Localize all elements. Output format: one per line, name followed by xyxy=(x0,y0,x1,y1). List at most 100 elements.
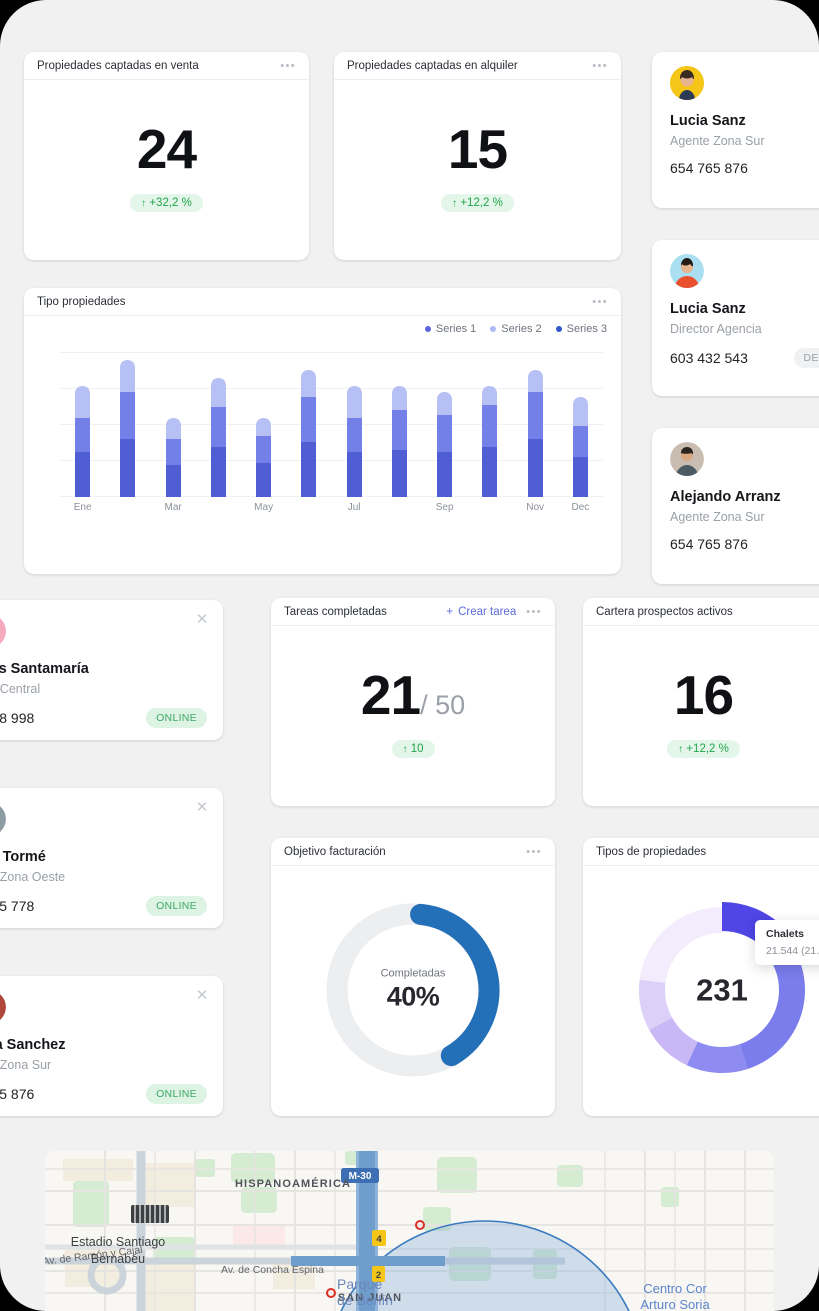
bar-column[interactable] xyxy=(60,352,105,497)
card-propiedades-venta: Propiedades captadas en venta ••• 24 ↑ +… xyxy=(24,52,309,260)
status-badge: ↑ +12,2 % xyxy=(667,739,740,758)
card-cartera-prospectos: Cartera prospectos activos 16 ↑ +12,2 % xyxy=(583,598,819,806)
bar-segment xyxy=(120,391,136,439)
contact-card-right-2[interactable]: Lucia Sanz Director Agencia 603 432 543 … xyxy=(652,240,819,396)
bar-column[interactable] xyxy=(105,352,150,497)
card-menu-icon[interactable]: ••• xyxy=(592,296,608,307)
bar-column[interactable] xyxy=(422,352,467,497)
bar-segment xyxy=(75,452,91,497)
bar-column[interactable] xyxy=(467,352,512,497)
close-icon[interactable]: ✕ xyxy=(195,988,209,1003)
card-body: 24 ↑ +32,2 % xyxy=(24,80,309,259)
device-frame: Propiedades captadas en venta ••• 24 ↑ +… xyxy=(0,0,819,1311)
contact-phone[interactable]: 2 435 778 xyxy=(0,898,34,914)
bar-segment xyxy=(527,370,543,392)
avatar xyxy=(0,802,6,836)
stat-value: 24 xyxy=(136,117,197,180)
map-widget[interactable]: M-30 4 2 HISPANOAMÉRICA Estadio Santiago… xyxy=(45,1151,774,1311)
contact-card-left-3[interactable]: ✕ drea Sanchez ente Zona Sur 4 765 876 O… xyxy=(0,976,223,1116)
arrow-up-icon: ↑ xyxy=(452,197,458,209)
card-title: Propiedades captadas en alquiler xyxy=(347,59,518,72)
card-header: Tipo propiedades ••• xyxy=(24,288,621,316)
avatar xyxy=(0,614,6,648)
contact-card-right-1[interactable]: Lucia Sanz Agente Zona Sur 654 765 876 xyxy=(652,52,819,208)
tasks-total: / 50 xyxy=(420,689,466,720)
x-axis-tick: Jul xyxy=(347,502,361,513)
contact-name: Lucia Sanz xyxy=(670,113,746,129)
bar-segment xyxy=(482,404,498,447)
legend-dot-icon xyxy=(490,326,497,332)
status-badge: ↑ +12,2 % xyxy=(441,193,514,212)
delta-value: +32,2 % xyxy=(149,196,192,209)
avatar xyxy=(670,254,704,288)
legend-item-3[interactable]: Series 3 xyxy=(555,323,607,335)
contact-phone[interactable]: 654 765 876 xyxy=(670,536,748,552)
card-title: Cartera prospectos activos xyxy=(596,605,733,618)
bar-column[interactable] xyxy=(558,352,603,497)
tooltip-value: 21.544 (21.2 xyxy=(766,945,819,957)
legend-item-1[interactable]: Series 1 xyxy=(424,323,476,335)
bar-column[interactable] xyxy=(513,352,558,497)
card-menu-icon[interactable]: ••• xyxy=(592,60,608,71)
donut-value: 231 xyxy=(696,972,748,1008)
map-label-centro-line2: Arturo Soria xyxy=(640,1297,710,1311)
bar-segment xyxy=(346,452,362,497)
bar-segment xyxy=(301,441,317,497)
contact-role: Agente Zona Sur xyxy=(670,510,765,524)
map-label-parque-de-berlin: Parque de Berlín xyxy=(337,1276,393,1308)
bar-column[interactable] xyxy=(377,352,422,497)
create-task-button[interactable]: + Crear tarea xyxy=(446,606,516,618)
card-header: Tipos de propiedades xyxy=(583,838,819,866)
contact-card-left-1[interactable]: ✕ arlos Santamaría ente Central 2 768 99… xyxy=(0,600,223,740)
delta-value: 10 xyxy=(410,742,424,755)
card-objetivo-facturacion: Objetivo facturación ••• Completadas 40% xyxy=(271,838,555,1116)
close-icon[interactable]: ✕ xyxy=(195,612,209,627)
bar-column[interactable] xyxy=(241,352,286,497)
donut-center-text: Completadas 40% xyxy=(381,967,446,1015)
arrow-up-icon: ↑ xyxy=(141,197,147,209)
card-menu-icon[interactable]: ••• xyxy=(280,60,296,71)
contact-phone[interactable]: 654 765 876 xyxy=(670,160,748,176)
bar-segment xyxy=(346,386,362,418)
bar-column[interactable] xyxy=(332,352,377,497)
donut-center-text: 231 xyxy=(696,971,748,1010)
bar-column[interactable] xyxy=(286,352,331,497)
bar-segment xyxy=(301,396,317,442)
create-task-label: Crear tarea xyxy=(458,605,517,618)
bar-column[interactable] xyxy=(196,352,241,497)
bar-segment xyxy=(256,462,272,497)
card-title: Propiedades captadas en venta xyxy=(37,59,199,72)
card-title: Tipo propiedades xyxy=(37,295,126,308)
card-menu-icon[interactable]: ••• xyxy=(526,606,542,617)
bar-segment xyxy=(346,417,362,453)
x-axis-tick xyxy=(377,502,422,513)
contact-phone[interactable]: 603 432 543 xyxy=(670,350,748,366)
bar-segment xyxy=(165,465,181,497)
bar-column[interactable] xyxy=(151,352,196,497)
status-badge: DES xyxy=(793,348,819,368)
contact-phone[interactable]: 2 768 998 xyxy=(0,710,34,726)
contact-role: ente Zona Oeste xyxy=(0,870,66,884)
contact-card-left-2[interactable]: ✕ ario Tormé ente Zona Oeste 2 435 778 O… xyxy=(0,788,223,928)
card-propiedades-alquiler: Propiedades captadas en alquiler ••• 15 … xyxy=(334,52,621,260)
contact-role: Agente Zona Sur xyxy=(670,134,765,148)
delta-value: +12,2 % xyxy=(460,196,503,209)
bar-segment xyxy=(572,457,588,497)
card-header: Objetivo facturación ••• xyxy=(271,838,555,866)
bar-segment xyxy=(572,396,588,426)
card-body: 16 ↑ +12,2 % xyxy=(583,626,819,805)
bar-segment xyxy=(210,407,226,447)
card-body: Series 1 Series 2 Series 3 Ene Mar May Jul Sep… xyxy=(24,316,621,573)
x-axis-tick: Nov xyxy=(526,502,545,513)
card-header: Tareas completadas + Crear tarea ••• xyxy=(271,598,555,626)
contact-card-right-3[interactable]: Alejando Arranz Agente Zona Sur 654 765 … xyxy=(652,428,819,584)
card-menu-icon[interactable]: ••• xyxy=(526,846,542,857)
close-icon[interactable]: ✕ xyxy=(195,800,209,815)
donut-slice[interactable] xyxy=(686,1041,748,1073)
chart-tooltip: Chalets 21.544 (21.2 xyxy=(755,920,819,965)
card-header: Cartera prospectos activos xyxy=(583,598,819,626)
contact-phone[interactable]: 4 765 876 xyxy=(0,1086,34,1102)
card-body: 21/ 50 ↑ 10 xyxy=(271,626,555,805)
legend-item-2[interactable]: Series 2 xyxy=(490,323,542,335)
bar-chart-plot xyxy=(60,352,603,497)
